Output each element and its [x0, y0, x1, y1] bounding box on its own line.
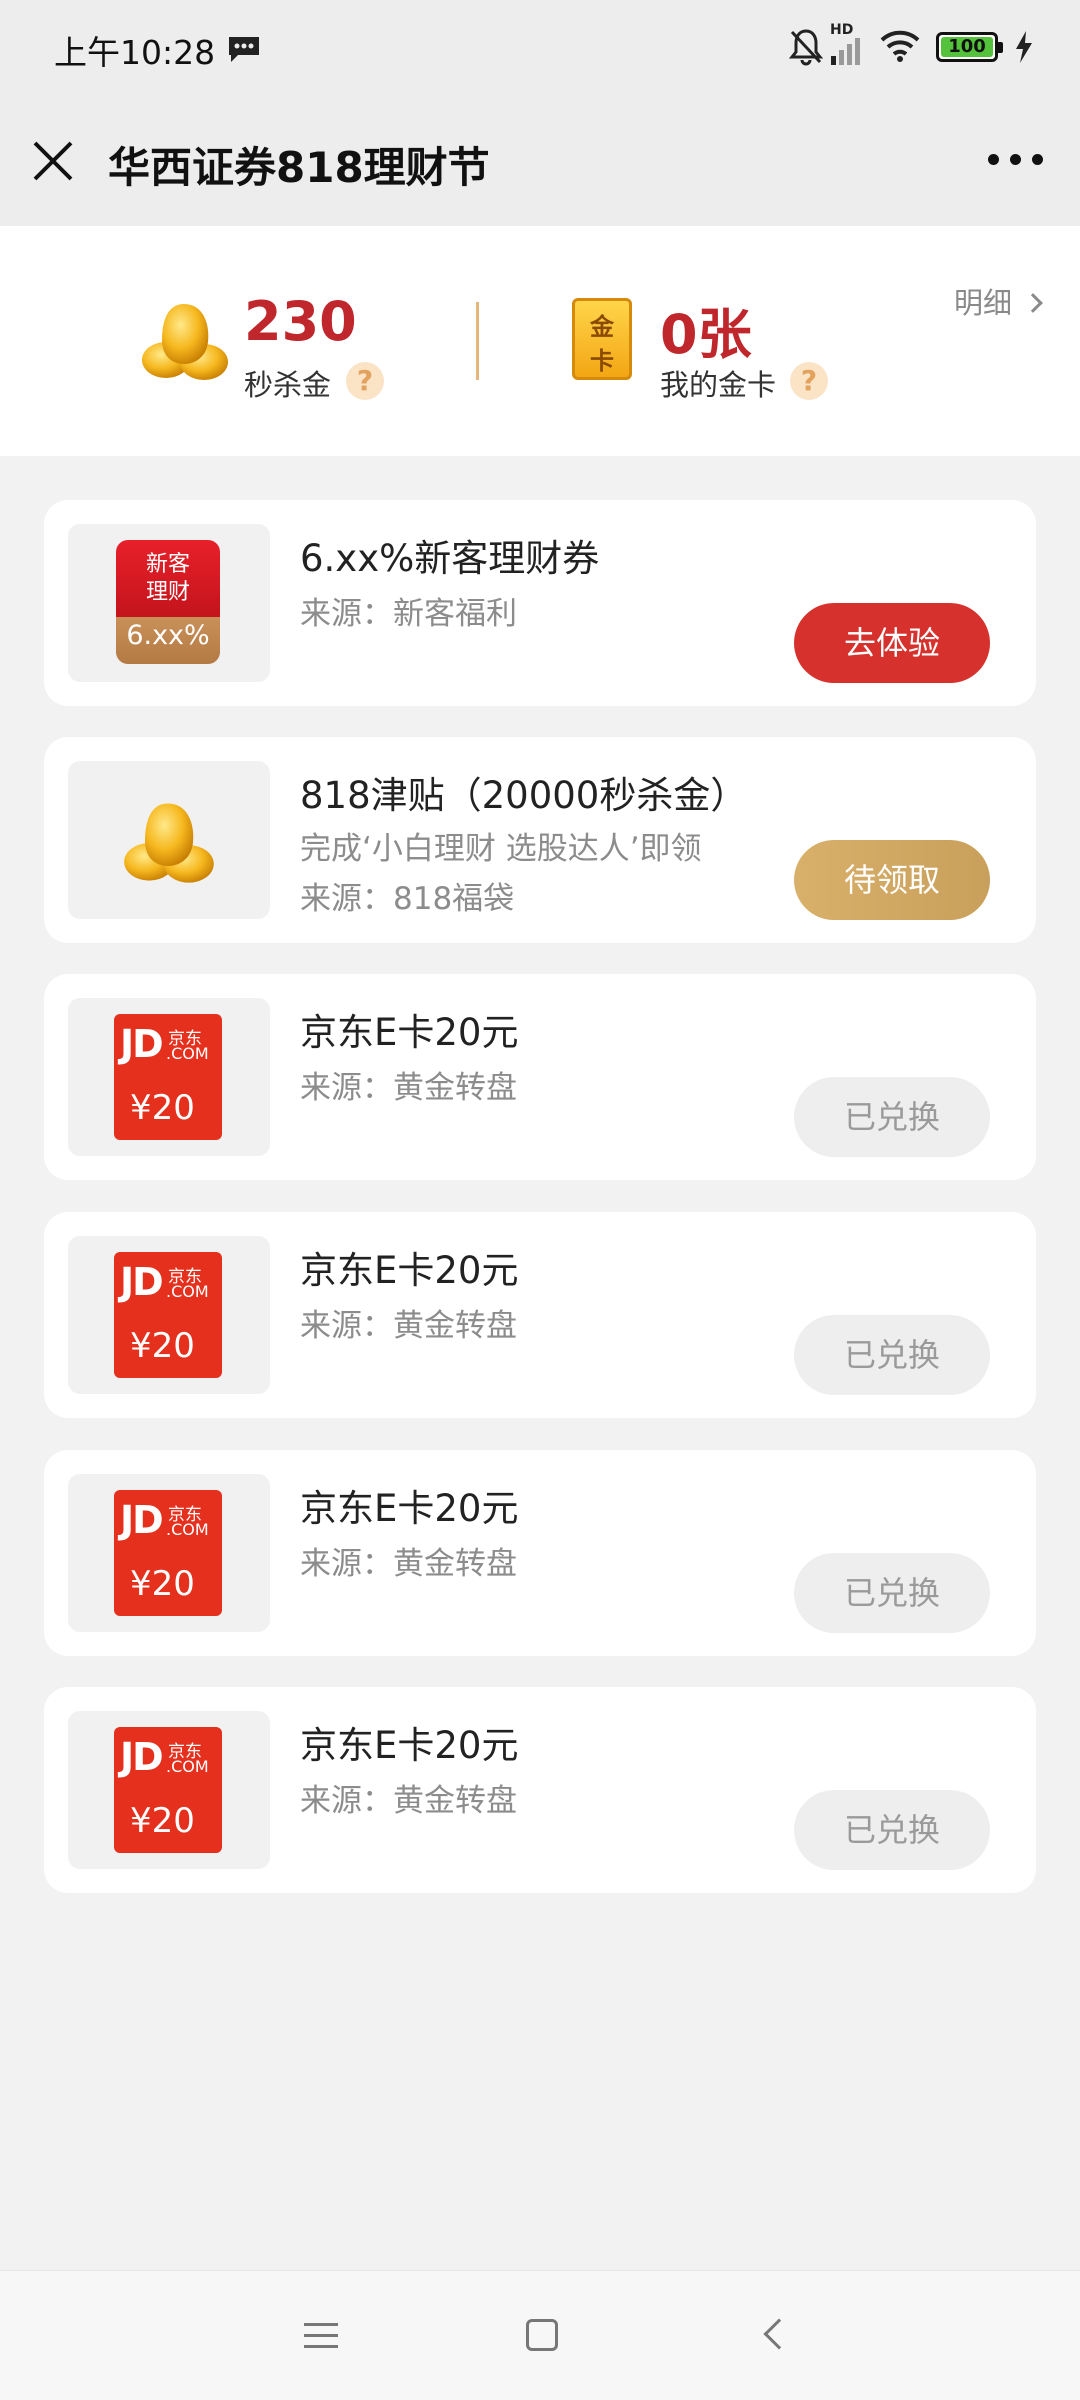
card-summary: 0张 我的金卡 ? [660, 290, 850, 402]
back-icon[interactable] [763, 2318, 795, 2350]
card-value: 0张 [660, 303, 752, 366]
menu-icon[interactable] [304, 2321, 338, 2351]
more-icon[interactable] [988, 152, 1044, 168]
list-item: JD 京东 .COM ¥20 京东E卡20元 来源：黄金转盘 已兑换 [44, 974, 1036, 1180]
chevron-right-icon [1023, 293, 1043, 313]
item-title: 6.xx%新客理财券 [300, 537, 600, 580]
detail-link[interactable]: 明细 [953, 280, 1043, 322]
jd-card-icon: JD 京东 .COM ¥20 [114, 1727, 222, 1853]
item-title: 京东E卡20元 [300, 1487, 519, 1530]
item-source: 来源：818福袋 [300, 881, 515, 917]
help-icon[interactable]: ? [790, 362, 828, 400]
coupon-icon: 新客 理财 6.xx% [116, 540, 220, 664]
list-item: 818津贴（20000秒杀金） 完成‘小白理财 选股达人’即领 来源：818福袋… [44, 737, 1036, 943]
page-title: 华西证券818理财节 [108, 143, 490, 192]
jd-card-icon: JD 京东 .COM ¥20 [114, 1252, 222, 1378]
list-item: JD 京东 .COM ¥20 京东E卡20元 来源：黄金转盘 已兑换 [44, 1212, 1036, 1418]
item-thumbnail: JD 京东 .COM ¥20 [68, 1236, 270, 1394]
system-nav-bar [0, 2270, 1080, 2400]
summary-panel: 230 秒杀金 ? 金 卡 0张 我的金卡 ? 明细 [0, 226, 1080, 456]
detail-label: 明细 [953, 286, 1012, 320]
item-thumbnail [68, 761, 270, 919]
gold-nugget-icon [124, 803, 214, 883]
list-item: 新客 理财 6.xx% 6.xx%新客理财券 来源：新客福利 去体验 [44, 500, 1036, 706]
list-item: JD 京东 .COM ¥20 京东E卡20元 来源：黄金转盘 已兑换 [44, 1687, 1036, 1893]
item-thumbnail: JD 京东 .COM ¥20 [68, 998, 270, 1156]
gold-summary: 230 秒杀金 ? [244, 290, 394, 402]
jd-card-icon: JD 京东 .COM ¥20 [114, 1014, 222, 1140]
item-title: 京东E卡20元 [300, 1249, 519, 1292]
close-icon[interactable] [30, 138, 76, 184]
list-item: JD 京东 .COM ¥20 京东E卡20元 来源：黄金转盘 已兑换 [44, 1450, 1036, 1656]
item-subtitle: 完成‘小白理财 选股达人’即领 [300, 831, 702, 867]
try-button[interactable]: 去体验 [794, 603, 990, 683]
item-source: 来源：黄金转盘 [300, 1070, 517, 1106]
item-source: 来源：新客福利 [300, 596, 517, 632]
help-icon[interactable]: ? [346, 362, 384, 400]
charging-icon [1016, 31, 1032, 63]
mute-bell-icon [788, 29, 824, 66]
card-label: 我的金卡 [660, 368, 777, 402]
item-source: 来源：黄金转盘 [300, 1546, 517, 1582]
battery-icon: 100 [936, 32, 1003, 62]
battery-level: 100 [941, 37, 993, 57]
jd-card-icon: JD 京东 .COM ¥20 [114, 1490, 222, 1616]
item-source: 来源：黄金转盘 [300, 1308, 517, 1344]
summary-divider [476, 302, 479, 380]
message-icon [229, 37, 259, 62]
status-icons: HD 100 [788, 22, 1048, 70]
status-time: 上午10:28 [54, 33, 216, 72]
redeemed-button[interactable]: 已兑换 [794, 1790, 990, 1870]
redeemed-button[interactable]: 已兑换 [794, 1315, 990, 1395]
gold-label: 秒杀金 [244, 368, 332, 402]
item-title: 京东E卡20元 [300, 1724, 519, 1767]
pending-claim-button[interactable]: 待领取 [794, 840, 990, 920]
gold-nugget-icon [142, 304, 228, 380]
redeemed-button[interactable]: 已兑换 [794, 1553, 990, 1633]
item-thumbnail: 新客 理财 6.xx% [68, 524, 270, 682]
item-thumbnail: JD 京东 .COM ¥20 [68, 1711, 270, 1869]
item-title: 京东E卡20元 [300, 1011, 519, 1054]
title-bar: 华西证券818理财节 [0, 96, 1080, 226]
signal-icon [831, 38, 860, 65]
item-source: 来源：黄金转盘 [300, 1783, 517, 1819]
home-icon[interactable] [526, 2319, 558, 2351]
item-thumbnail: JD 京东 .COM ¥20 [68, 1474, 270, 1632]
redeemed-button[interactable]: 已兑换 [794, 1077, 990, 1157]
status-bar: 上午10:28 HD 100 [0, 0, 1080, 96]
item-title: 818津贴（20000秒杀金） [300, 774, 748, 817]
wifi-icon [880, 30, 920, 62]
gold-value: 230 [244, 290, 357, 353]
gold-card-icon: 金 卡 [572, 298, 632, 380]
